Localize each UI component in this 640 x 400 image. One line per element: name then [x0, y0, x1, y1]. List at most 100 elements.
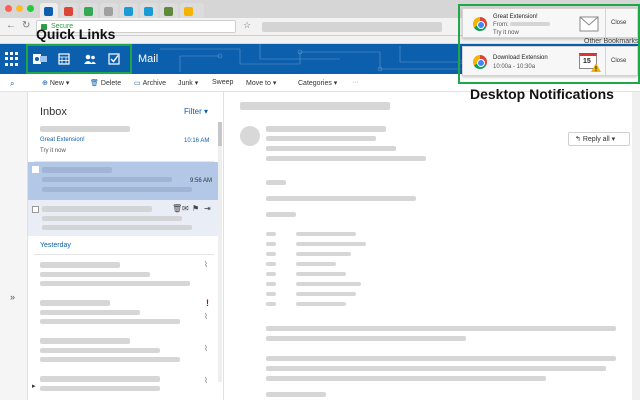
tab-chrome[interactable] [180, 3, 204, 18]
back-icon[interactable]: ← [6, 20, 16, 31]
plus-icon: ⊕ [42, 80, 48, 87]
subject-blurred [40, 310, 140, 315]
body-blurred [266, 252, 276, 256]
tab-asterisk-2[interactable] [140, 3, 158, 18]
tab-calendar[interactable] [160, 3, 178, 18]
select-checkbox[interactable] [32, 206, 39, 213]
body-blurred [266, 336, 466, 341]
delete-button[interactable]: 🗑 Delete [90, 79, 121, 87]
quick-links-highlight [26, 44, 132, 74]
filter-button[interactable]: Filter ▾ [184, 107, 208, 116]
window-controls[interactable] [5, 5, 34, 12]
search-icon[interactable]: ⌕ [10, 79, 14, 89]
reading-pane: ↰ Reply all ▾ [224, 92, 640, 400]
tab-outlook[interactable] [40, 3, 58, 18]
more-options-icon[interactable]: ··· [352, 79, 359, 86]
select-checkbox[interactable] [32, 166, 39, 173]
quick-links-label: Quick Links [36, 26, 116, 42]
chrome-icon [184, 7, 193, 16]
list-scrollbar[interactable] [218, 122, 222, 382]
delete-icon[interactable]: 🗑 [172, 204, 182, 213]
list-item[interactable]: ⌇ [28, 258, 218, 294]
junk-button[interactable]: Junk ▾ [178, 79, 198, 87]
star-icon[interactable]: ☆ [243, 20, 251, 31]
preview-blurred [42, 187, 192, 192]
attachment-icon: ⌇ [204, 312, 208, 321]
sender-blurred [40, 338, 130, 344]
body-blurred [266, 232, 276, 236]
list-item[interactable]: 🗑 ✉ ⚑ ⇥ [28, 200, 218, 236]
list-item[interactable]: ! ⌇ [28, 296, 218, 332]
categories-button[interactable]: Categories ▾ [298, 79, 337, 87]
body-blurred [296, 302, 346, 306]
app-title: Mail [138, 53, 159, 65]
subject-blurred [40, 386, 160, 391]
list-item[interactable]: ▸ ⌇ [28, 372, 218, 400]
sender-blurred [42, 167, 112, 173]
preview-blurred [40, 281, 190, 286]
body-blurred [266, 272, 276, 276]
divider [34, 254, 214, 255]
trash-icon: 🗑 [90, 80, 99, 87]
recipients-blurred [266, 136, 376, 141]
tab-extension[interactable] [80, 3, 98, 18]
list-item[interactable]: Great Extension! Try it now 10:16 AM [28, 122, 218, 160]
preview-blurred [40, 319, 180, 324]
subject-blurred [240, 102, 390, 110]
message-subject: Great Extension! [40, 137, 85, 143]
reply-all-button[interactable]: ↰ Reply all ▾ [568, 132, 630, 146]
desktop-notifications-label: Desktop Notifications [470, 86, 614, 102]
body-blurred [266, 292, 276, 296]
read-icon[interactable]: ✉ [182, 204, 189, 213]
expand-thread-icon[interactable]: ▸ [32, 382, 36, 390]
list-item-selected[interactable]: 9:56 AM [28, 162, 218, 200]
folder-rail: » [0, 92, 28, 400]
app-launcher-icon[interactable] [5, 52, 19, 66]
flag-icon[interactable]: ⚑ [192, 204, 199, 213]
attachment-icon: ⌇ [204, 376, 208, 385]
pin-icon[interactable]: ⇥ [204, 204, 211, 213]
list-item[interactable]: ⌇ [28, 334, 218, 370]
outlook-icon [44, 7, 53, 16]
new-button[interactable]: ⊕ New ▾ [42, 79, 69, 87]
minimize-window-icon[interactable] [16, 5, 23, 12]
body-blurred [266, 242, 276, 246]
body-blurred [296, 232, 356, 236]
body-blurred [266, 392, 326, 397]
body-blurred [296, 262, 336, 266]
extension-icon [84, 7, 93, 16]
categories-blurred [266, 156, 426, 161]
expand-folders-icon[interactable]: » [10, 292, 15, 302]
sender-blurred [266, 126, 386, 132]
sweep-button[interactable]: Sweep [212, 79, 233, 86]
subject-blurred [42, 216, 182, 221]
close-window-icon[interactable] [5, 5, 12, 12]
scrollbar-thumb[interactable] [218, 122, 222, 146]
body-blurred [266, 366, 606, 371]
calendar-icon [164, 7, 173, 16]
body-blurred [296, 272, 346, 276]
extension-icons-blurred [262, 22, 442, 32]
sender-blurred [40, 126, 130, 132]
message-time: 10:16 AM [184, 138, 210, 144]
sender-blurred [40, 376, 160, 382]
tab-generic[interactable] [100, 3, 118, 18]
tab-asterisk-1[interactable] [120, 3, 138, 18]
notifications-highlight [458, 4, 640, 84]
page-icon [104, 7, 113, 16]
date-blurred [266, 146, 396, 151]
maximize-window-icon[interactable] [27, 5, 34, 12]
reload-icon[interactable]: ↻ [22, 20, 30, 31]
reading-scrollbar[interactable] [632, 92, 640, 400]
tab-gmail[interactable] [60, 3, 78, 18]
move-to-button[interactable]: Move to ▾ [246, 79, 276, 87]
message-preview: Try it now [40, 148, 66, 154]
body-blurred [266, 196, 416, 201]
gmail-icon [64, 7, 73, 16]
body-blurred [266, 356, 616, 361]
body-blurred [266, 282, 276, 286]
message-time: 9:56 AM [190, 178, 213, 184]
sender-blurred [40, 262, 120, 268]
archive-button[interactable]: ▭ Archive [134, 79, 166, 87]
body-blurred [266, 326, 616, 331]
